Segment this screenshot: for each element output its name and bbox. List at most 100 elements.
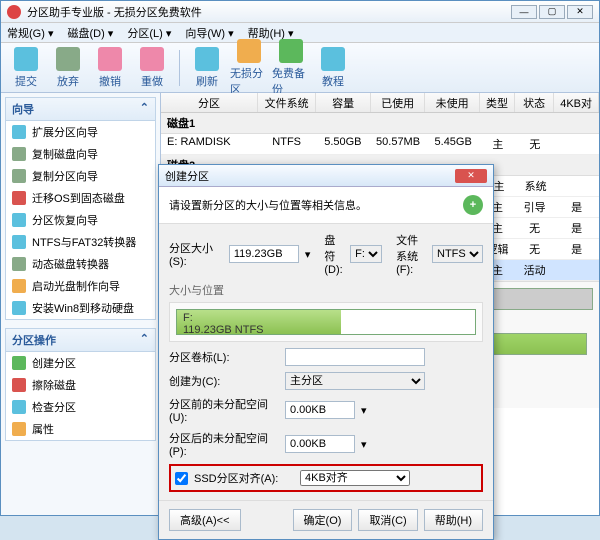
toolbar-button[interactable]: 撤销 xyxy=(91,47,129,89)
toolbar-icon xyxy=(195,47,219,71)
collapse-icon[interactable]: ⌃ xyxy=(140,101,149,117)
table-cell: 主 xyxy=(480,136,515,152)
wizard-group: 向导 ⌃ 扩展分区向导复制磁盘向导复制分区向导迁移OS到固态磁盘分区恢复向导NTF… xyxy=(5,97,156,320)
disk-label[interactable]: 磁盘1 xyxy=(161,113,599,134)
sidebar-item[interactable]: 启动光盘制作向导 xyxy=(6,275,155,297)
table-cell: 系统 xyxy=(516,178,554,194)
table-cell: 是 xyxy=(554,220,599,236)
toolbar-button[interactable]: 刷新 xyxy=(188,47,226,89)
table-cell: 是 xyxy=(554,199,599,215)
sidebar-item[interactable]: 创建分区 xyxy=(6,352,155,374)
stepper-icon[interactable]: ▾ xyxy=(361,404,367,417)
column-header[interactable]: 4KB对齐 xyxy=(554,93,599,112)
sidebar-item-icon xyxy=(12,356,26,370)
sidebar-item[interactable]: NTFS与FAT32转换器 xyxy=(6,231,155,253)
sidebar-item[interactable]: 安装Win8到移动硬盘 xyxy=(6,297,155,319)
size-bar[interactable]: F:119.23GB NTFS xyxy=(176,309,476,335)
add-icon[interactable]: + xyxy=(463,195,483,215)
menu-item[interactable]: 常规(G) ▾ xyxy=(7,25,53,41)
sidebar-item[interactable]: 扩展分区向导 xyxy=(6,121,155,143)
sidebar-item[interactable]: 检查分区 xyxy=(6,396,155,418)
table-cell: 是 xyxy=(554,241,599,257)
sidebar-item[interactable]: 动态磁盘转换器 xyxy=(6,253,155,275)
column-header[interactable]: 文件系统 xyxy=(258,93,316,112)
sidebar-item[interactable]: 复制磁盘向导 xyxy=(6,143,155,165)
drive-select[interactable]: F: xyxy=(350,245,382,263)
dialog-close-button[interactable]: ✕ xyxy=(455,169,487,183)
close-button[interactable]: ✕ xyxy=(567,5,593,19)
sidebar-item[interactable]: 分区恢复向导 xyxy=(6,209,155,231)
wizard-group-title: 向导 xyxy=(12,101,34,117)
table-row[interactable]: E: RAMDISKNTFS5.50GB50.57MB5.45GB主无 xyxy=(161,134,599,155)
table-cell: 5.50GB xyxy=(316,136,370,152)
toolbar-button[interactable]: 免费备份 xyxy=(272,39,310,97)
space-before-input[interactable] xyxy=(285,401,355,419)
advanced-button[interactable]: 高级(A)<< xyxy=(169,509,241,531)
sidebar-item-icon xyxy=(12,279,26,293)
sidebar-item[interactable]: 属性 xyxy=(6,418,155,440)
drive-label: 盘符(D): xyxy=(324,232,344,276)
ssd-align-highlight: SSD分区对齐(A): 4KB对齐 xyxy=(169,464,483,492)
toolbar-button[interactable]: 重做 xyxy=(133,47,171,89)
menu-item[interactable]: 分区(L) ▾ xyxy=(127,25,171,41)
partition-ops-title: 分区操作 xyxy=(12,332,56,348)
stepper-icon[interactable]: ▾ xyxy=(361,438,367,451)
size-input[interactable] xyxy=(229,245,299,263)
ssd-align-label: SSD分区对齐(A): xyxy=(194,470,294,486)
table-cell: 无 xyxy=(515,241,554,257)
cancel-button[interactable]: 取消(C) xyxy=(358,509,417,531)
space-before-label: 分区前的未分配空间(U): xyxy=(169,396,279,424)
toolbar-icon xyxy=(237,39,261,63)
ssd-align-checkbox[interactable] xyxy=(175,472,188,485)
sidebar-item[interactable]: 擦除磁盘 xyxy=(6,374,155,396)
toolbar-icon xyxy=(279,39,303,63)
maximize-button[interactable]: ▢ xyxy=(539,5,565,19)
collapse-icon[interactable]: ⌃ xyxy=(140,332,149,348)
volume-label-input[interactable] xyxy=(285,348,425,366)
table-cell: 50.57MB xyxy=(370,136,426,152)
column-header[interactable]: 状态 xyxy=(515,93,554,112)
sidebar-item-icon xyxy=(12,378,26,392)
toolbar-button[interactable]: 放弃 xyxy=(49,47,87,89)
create-partition-dialog: 创建分区 ✕ 请设置新分区的大小与位置等相关信息。 + 分区大小(S): ▾ 盘… xyxy=(158,164,494,540)
sidebar-item-icon xyxy=(12,235,26,249)
table-header: 分区文件系统容量已使用未使用类型状态4KB对齐 xyxy=(161,93,599,113)
toolbar-icon xyxy=(56,47,80,71)
dialog-hint: 请设置新分区的大小与位置等相关信息。 + xyxy=(159,187,493,224)
table-cell: NTFS xyxy=(258,136,316,152)
sidebar-item[interactable]: 复制分区向导 xyxy=(6,165,155,187)
create-as-select[interactable]: 主分区 xyxy=(285,372,425,390)
app-icon xyxy=(7,5,21,19)
toolbar-icon xyxy=(321,47,345,71)
size-unit-dropdown[interactable]: ▾ xyxy=(305,248,311,261)
menu-item[interactable]: 磁盘(D) ▾ xyxy=(67,25,113,41)
sidebar-item-icon xyxy=(12,147,26,161)
sidebar-item-icon xyxy=(12,191,26,205)
toolbar-button[interactable]: 无损分区 xyxy=(230,39,268,97)
toolbar-button[interactable]: 提交 xyxy=(7,47,45,89)
create-as-label: 创建为(C): xyxy=(169,373,279,389)
partition-ops-group: 分区操作 ⌃ 创建分区擦除磁盘检查分区属性 xyxy=(5,328,156,441)
space-after-input[interactable] xyxy=(285,435,355,453)
dialog-title: 创建分区 xyxy=(165,168,209,184)
sidebar-item[interactable]: 迁移OS到固态磁盘 xyxy=(6,187,155,209)
minimize-button[interactable]: — xyxy=(511,5,537,19)
column-header[interactable]: 类型 xyxy=(480,93,515,112)
help-button[interactable]: 帮助(H) xyxy=(424,509,483,531)
titlebar: 分区助手专业版 - 无损分区免费软件 — ▢ ✕ xyxy=(1,1,599,23)
app-title: 分区助手专业版 - 无损分区免费软件 xyxy=(27,4,202,20)
ssd-align-select[interactable]: 4KB对齐 xyxy=(300,470,410,486)
column-header[interactable]: 未使用 xyxy=(425,93,480,112)
menu-item[interactable]: 向导(W) ▾ xyxy=(185,25,233,41)
table-cell: 活动 xyxy=(515,262,554,278)
ok-button[interactable]: 确定(O) xyxy=(293,509,353,531)
space-after-label: 分区后的未分配空间(P): xyxy=(169,430,279,458)
sidebar-item-icon xyxy=(12,400,26,414)
column-header[interactable]: 容量 xyxy=(316,93,371,112)
toolbar-icon xyxy=(140,47,164,71)
toolbar-button[interactable]: 教程 xyxy=(314,47,352,89)
fs-select[interactable]: NTFS xyxy=(432,245,483,263)
column-header[interactable]: 已使用 xyxy=(371,93,426,112)
position-label: 大小与位置 xyxy=(169,282,483,298)
column-header[interactable]: 分区 xyxy=(161,93,258,112)
